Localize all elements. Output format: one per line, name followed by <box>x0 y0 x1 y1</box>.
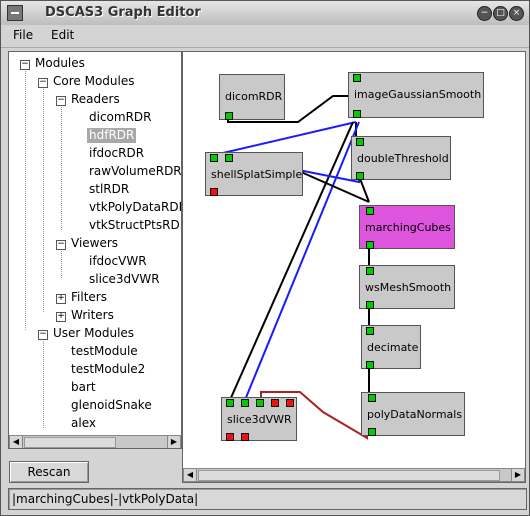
output-port[interactable] <box>241 433 249 441</box>
output-port[interactable] <box>210 188 218 196</box>
scroll-left-icon[interactable]: ◀ <box>10 436 23 448</box>
tree-item-dicomrdr[interactable]: dicomRDR <box>89 110 152 125</box>
output-port[interactable] <box>366 301 374 309</box>
tree-viewers[interactable]: Viewers <box>71 236 118 251</box>
node-marchingcubes[interactable]: marchingCubes <box>359 205 455 249</box>
close-icon[interactable]: × <box>509 6 524 21</box>
tree-writers[interactable]: Writers <box>71 308 114 323</box>
tree-item-rawvolumerdr[interactable]: rawVolumeRDR <box>89 164 181 179</box>
tree-item-hdfrdr[interactable]: hdfRDR <box>87 128 137 143</box>
graph-editor-window: DSCAS3 Graph Editor − □ × File Edit − Mo… <box>0 0 530 516</box>
scroll-thumb[interactable] <box>24 437 116 448</box>
output-port[interactable] <box>353 110 361 118</box>
node-wsmeshsmooth[interactable]: wsMeshSmooth <box>359 265 455 309</box>
collapse-icon[interactable]: − <box>56 96 66 106</box>
graph-canvas[interactable]: dicomRDR imageGaussianSmooth shellSplatS… <box>182 51 526 483</box>
menu-bar: File Edit <box>1 25 529 48</box>
scroll-right-icon[interactable]: ▶ <box>511 469 524 481</box>
tree-item-slice3dvwr[interactable]: slice3dVWR <box>89 272 160 287</box>
title-bar[interactable]: DSCAS3 Graph Editor − □ × <box>1 1 529 26</box>
tree-filters[interactable]: Filters <box>71 290 107 305</box>
input-port[interactable] <box>366 267 374 275</box>
maximize-icon[interactable]: □ <box>493 6 508 21</box>
node-dicomrdr[interactable]: dicomRDR <box>219 74 285 120</box>
tree-modules[interactable]: Modules <box>35 56 85 71</box>
scroll-thumb[interactable] <box>198 470 500 481</box>
input-port[interactable] <box>353 74 361 82</box>
tree-item-vtkpolydatardr[interactable]: vtkPolyDataRDR <box>89 200 181 215</box>
collapse-icon[interactable]: − <box>20 60 30 70</box>
tree-item-bart[interactable]: bart <box>71 380 96 395</box>
input-port[interactable] <box>226 399 234 407</box>
menu-edit[interactable]: Edit <box>51 28 74 42</box>
node-polydatanormals[interactable]: polyDataNormals <box>361 392 465 436</box>
input-port[interactable] <box>366 207 374 215</box>
tree-item-testmodule2[interactable]: testModule2 <box>71 362 145 377</box>
wire-gaussian-shellsplat <box>209 121 357 157</box>
output-port[interactable] <box>368 428 376 436</box>
input-port[interactable] <box>356 138 364 146</box>
tree-item-ifdocvwr[interactable]: ifdocVWR <box>89 254 147 269</box>
node-decimate[interactable]: decimate <box>361 325 421 369</box>
input-port[interactable] <box>256 399 264 407</box>
expand-icon[interactable]: + <box>56 294 66 304</box>
tree-item-vtkstructptsrdr[interactable]: vtkStructPtsRDR <box>89 218 181 233</box>
module-tree: − Modules − Core Modules − Readers dicom… <box>8 51 182 449</box>
output-port[interactable] <box>366 361 374 369</box>
status-bar: |marchingCubes|-|vtkPolyData| <box>8 488 527 510</box>
tree-readers[interactable]: Readers <box>71 92 120 107</box>
input-port[interactable] <box>225 154 233 162</box>
output-port[interactable] <box>226 433 234 441</box>
node-doublethreshold[interactable]: doubleThreshold <box>351 136 451 180</box>
tree-core-modules[interactable]: Core Modules <box>53 74 134 89</box>
tree-item-stlrdr[interactable]: stlRDR <box>89 182 129 197</box>
collapse-icon[interactable]: − <box>38 78 48 88</box>
output-port[interactable] <box>366 241 374 249</box>
tree-horizontal-scrollbar[interactable]: ◀ ▶ <box>9 435 181 448</box>
collapse-icon[interactable]: − <box>56 240 66 250</box>
input-port[interactable] <box>241 399 249 407</box>
tree-user-modules[interactable]: User Modules <box>53 326 134 341</box>
scroll-left-icon[interactable]: ◀ <box>184 469 197 481</box>
node-slice3dvwr[interactable]: slice3dVWR <box>221 397 297 441</box>
node-shellsplatsimple[interactable]: shellSplatSimple <box>205 152 303 196</box>
tree-item-glenoidsnake[interactable]: glenoidSnake <box>71 398 152 413</box>
tree-item-ifdocrdr[interactable]: ifdocRDR <box>89 146 144 161</box>
node-imagegaussiansmooth[interactable]: imageGaussianSmooth <box>348 72 484 118</box>
input-port[interactable] <box>271 399 279 407</box>
collapse-icon[interactable]: − <box>38 330 48 340</box>
rescan-button[interactable]: Rescan <box>9 461 89 483</box>
input-port[interactable] <box>366 327 374 335</box>
input-port[interactable] <box>286 399 294 407</box>
minimize-icon[interactable]: − <box>477 6 492 21</box>
menu-file[interactable]: File <box>13 28 33 42</box>
input-port[interactable] <box>210 154 218 162</box>
window-menu-icon[interactable] <box>7 5 23 21</box>
window-title: DSCAS3 Graph Editor <box>45 5 201 20</box>
scroll-right-icon[interactable]: ▶ <box>167 436 180 448</box>
output-port[interactable] <box>225 112 233 120</box>
canvas-horizontal-scrollbar[interactable]: ◀ ▶ <box>183 468 525 482</box>
tree-item-alex[interactable]: alex <box>71 416 96 431</box>
input-port[interactable] <box>368 394 376 402</box>
expand-icon[interactable]: + <box>56 312 66 322</box>
output-port[interactable] <box>356 172 364 180</box>
tree-item-testmodule[interactable]: testModule <box>71 344 138 359</box>
